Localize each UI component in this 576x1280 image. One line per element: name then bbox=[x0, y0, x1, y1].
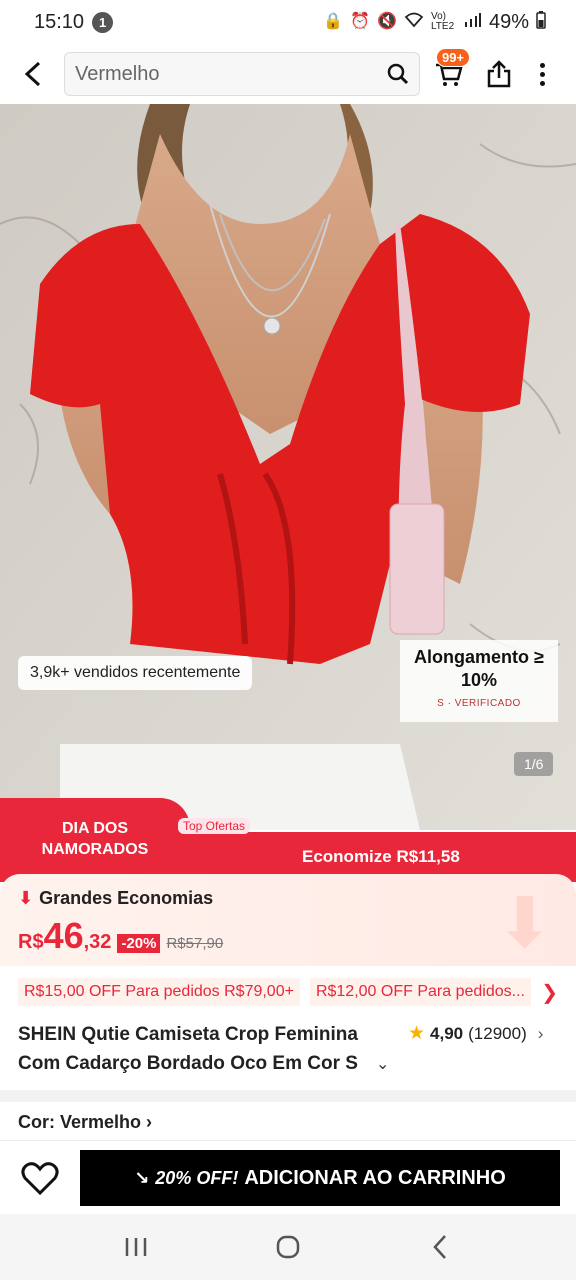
more-options-button[interactable] bbox=[522, 44, 562, 104]
price-integer: 46 bbox=[43, 915, 84, 956]
coupon-row[interactable]: R$15,00 OFF Para pedidos R$79,00+ R$12,0… bbox=[0, 974, 576, 1010]
share-icon bbox=[487, 60, 511, 88]
chevron-right-icon: › bbox=[146, 1112, 153, 1132]
wishlist-button[interactable] bbox=[18, 1157, 62, 1201]
price-decimal: ,32 bbox=[83, 931, 112, 953]
off-label: 20% OFF! bbox=[155, 1167, 239, 1188]
back-arrow-icon bbox=[24, 61, 41, 87]
network-label: Vo) LTE2 bbox=[430, 11, 455, 32]
heart-icon bbox=[21, 1162, 59, 1196]
cart-button[interactable]: 99+ bbox=[422, 44, 476, 104]
down-arrow-decoration-icon: ⬇ bbox=[495, 884, 554, 962]
share-button[interactable] bbox=[476, 44, 522, 104]
chevron-right-icon: › bbox=[537, 1023, 544, 1043]
top-offers-tag: Top Ofertas bbox=[178, 818, 251, 834]
price-row: R$ 46 ,32 -20% R$57,90 bbox=[18, 915, 576, 957]
home-button[interactable] bbox=[258, 1222, 318, 1272]
event-line-2: NAMORADOS bbox=[41, 841, 149, 858]
status-time: 15:10 bbox=[34, 10, 85, 33]
color-label: Cor: Vermelho bbox=[18, 1112, 142, 1132]
alarm-icon: ⏰ bbox=[350, 13, 371, 30]
signal-icon bbox=[464, 12, 482, 32]
image-page-indicator: 1/6 bbox=[514, 752, 554, 776]
down-arrow-icon: ⬇ bbox=[18, 888, 34, 908]
dot-icon bbox=[539, 80, 545, 86]
divider bbox=[0, 1090, 576, 1102]
add-to-cart-button[interactable]: ↘ 20% OFF! ADICIONAR AO CARRINHO bbox=[80, 1150, 560, 1206]
search-field[interactable]: Vermelho bbox=[64, 52, 420, 96]
product-image[interactable]: 3,9k+ vendidos recentemente Alongamento … bbox=[0, 104, 576, 830]
event-label: DIA DOS NAMORADOS bbox=[0, 798, 190, 882]
recent-apps-icon bbox=[125, 1238, 147, 1256]
search-input[interactable]: Vermelho bbox=[75, 63, 387, 86]
rating[interactable]: ★ 4,90 (12900) › bbox=[408, 1022, 543, 1045]
wifi-icon bbox=[404, 12, 424, 32]
sold-badge: 3,9k+ vendidos recentemente bbox=[18, 656, 253, 690]
action-bar: ↘ 20% OFF! ADICIONAR AO CARRINHO bbox=[0, 1140, 576, 1214]
trend-down-icon: ↘ bbox=[134, 1167, 150, 1188]
rating-value: 4,90 bbox=[430, 1023, 464, 1043]
stretch-title: Alongamento ≥ 10% bbox=[414, 647, 544, 690]
notification-count: 1 bbox=[92, 11, 114, 33]
battery-level: 49% bbox=[488, 10, 529, 33]
system-nav-bar bbox=[0, 1214, 576, 1280]
recent-apps-button[interactable] bbox=[106, 1222, 166, 1272]
dot-icon bbox=[539, 71, 545, 77]
savings-row: ⬇ Grandes Economias bbox=[18, 888, 576, 909]
add-to-cart-label: ADICIONAR AO CARRINHO bbox=[244, 1166, 506, 1189]
price-currency: R$ bbox=[18, 931, 44, 953]
promo-banner[interactable]: DIA DOS NAMORADOS Economize R$11,58 Top … bbox=[0, 798, 576, 882]
status-bar: 15:10 1 🔒 ⏰ 🔇 Vo) LTE2 49% bbox=[0, 0, 576, 44]
product-title[interactable]: SHEIN Qutie Camiseta Crop Feminina Com C… bbox=[18, 1020, 388, 1078]
dot-icon bbox=[539, 62, 545, 68]
stretch-verified: S · VERIFICADO bbox=[437, 698, 521, 709]
price-area: ⬇ ⬇ Grandes Economias R$ 46 ,32 -20% R$5… bbox=[0, 874, 576, 966]
stretch-badge: Alongamento ≥ 10% S · VERIFICADO bbox=[400, 640, 558, 722]
old-price: R$57,90 bbox=[166, 935, 224, 952]
status-icons: 🔒 ⏰ 🔇 Vo) LTE2 49% bbox=[323, 11, 546, 34]
search-icon[interactable] bbox=[387, 63, 409, 85]
chevron-down-icon[interactable]: ⌄ bbox=[376, 1054, 389, 1074]
mute-icon: 🔇 bbox=[377, 13, 397, 30]
savings-label: Grandes Economias bbox=[39, 888, 214, 908]
discount-badge: -20% bbox=[117, 934, 161, 953]
coupon[interactable]: R$12,00 OFF Para pedidos... bbox=[309, 978, 531, 1006]
chevron-right-icon[interactable]: ❯ bbox=[541, 980, 558, 1005]
lock-icon: 🔒 bbox=[323, 13, 344, 30]
back-icon bbox=[433, 1235, 446, 1259]
star-icon: ★ bbox=[408, 1023, 426, 1044]
cart-badge: 99+ bbox=[436, 48, 471, 67]
review-count: (12900) bbox=[468, 1023, 527, 1043]
product-title-row: SHEIN Qutie Camiseta Crop Feminina Com C… bbox=[0, 1018, 576, 1084]
coupon[interactable]: R$15,00 OFF Para pedidos R$79,00+ bbox=[18, 978, 300, 1006]
top-bar: Vermelho 99+ bbox=[0, 44, 576, 104]
home-icon bbox=[276, 1235, 300, 1259]
back-nav-button[interactable] bbox=[410, 1222, 470, 1272]
battery-icon bbox=[536, 11, 546, 33]
back-button[interactable] bbox=[0, 44, 64, 104]
color-selector[interactable]: Cor: Vermelho › bbox=[18, 1112, 152, 1133]
event-line-1: DIA DOS bbox=[61, 820, 129, 837]
